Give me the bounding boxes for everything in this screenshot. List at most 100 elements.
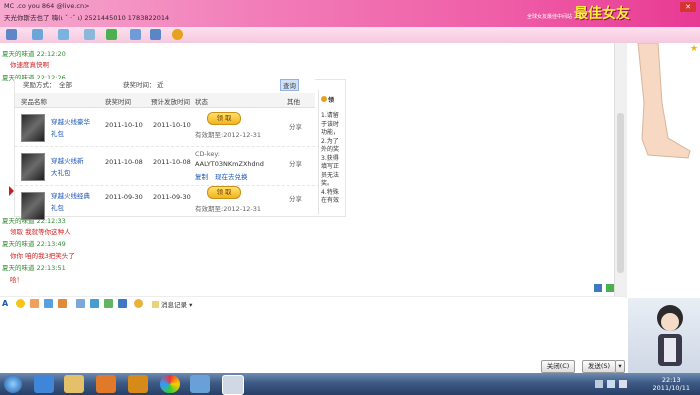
windows-taskbar: 22:13 2011/10/11 bbox=[0, 373, 700, 395]
send-bar: 关闭(C) 发送(S) ▾ bbox=[0, 359, 625, 373]
system-clock[interactable]: 22:13 2011/10/11 bbox=[653, 376, 690, 392]
reward-name-2[interactable]: 大礼包 bbox=[51, 167, 71, 177]
filter-select[interactable]: 全部 bbox=[59, 79, 72, 89]
time-label: 获奖时间： bbox=[123, 81, 156, 89]
reward-name[interactable]: 穿越火线新 bbox=[51, 155, 84, 165]
apps-icon[interactable] bbox=[106, 29, 117, 40]
won-date: 2011-10-08 bbox=[105, 158, 143, 166]
cdkey-value[interactable]: AALYT03NKmZXhdnd bbox=[195, 160, 264, 168]
copy-link[interactable]: 复制 bbox=[195, 171, 208, 181]
reward-panel: 奖励方式： 全部 获奖时间： 近 查询 奖品名称 获奖时间 预计发放时间 状态 … bbox=[14, 79, 346, 220]
qq-taskbar-icon[interactable] bbox=[222, 375, 244, 395]
font-icon[interactable]: A bbox=[2, 299, 11, 308]
chat-window-banner: MC .co you 864 @live.cn> 天光你斯去也了 嗨(ι ˇ ·… bbox=[0, 0, 700, 27]
media-taskbar-icon[interactable] bbox=[96, 375, 116, 393]
gift-icon[interactable] bbox=[58, 299, 67, 308]
validity-note: 有效期至:2012-12-31 bbox=[195, 131, 261, 139]
col-status: 状态 bbox=[195, 98, 208, 106]
chat-toolbar bbox=[0, 27, 700, 43]
reward-table-header: 奖品名称 获奖时间 预计发放时间 状态 其他 bbox=[15, 93, 315, 108]
reward-name-2[interactable]: 礼包 bbox=[51, 202, 64, 212]
close-icon[interactable]: ✕ bbox=[680, 2, 696, 12]
reward-name[interactable]: 穿越火线经典 bbox=[51, 190, 90, 200]
voice-call-icon[interactable] bbox=[32, 29, 43, 40]
time-select[interactable]: 近 bbox=[157, 79, 164, 89]
window-taskbar-icon[interactable] bbox=[190, 375, 210, 393]
won-date: 2011-09-30 bbox=[105, 193, 143, 201]
volume-icon[interactable] bbox=[619, 380, 627, 388]
video-call-icon[interactable] bbox=[6, 29, 17, 40]
reward-thumbnail bbox=[21, 153, 45, 181]
settings-icon[interactable] bbox=[150, 29, 161, 40]
shake-icon[interactable] bbox=[44, 299, 53, 308]
query-button[interactable]: 查询 bbox=[280, 79, 299, 91]
format-toolbar: A 消息记录 ▾ bbox=[0, 284, 625, 310]
screenshot-icon[interactable] bbox=[76, 299, 85, 308]
col-name: 奖品名称 bbox=[21, 98, 47, 106]
col-expected-time: 预计发放时间 bbox=[151, 98, 190, 106]
screen-share-icon[interactable] bbox=[594, 284, 602, 292]
send-button[interactable]: 发送(S) bbox=[582, 360, 616, 373]
reward-thumbnail bbox=[21, 114, 45, 142]
contact-avatar[interactable] bbox=[628, 298, 700, 373]
promo-subtitle: 全球女友最佳中间站 bbox=[526, 14, 572, 20]
qq-wallet-icon[interactable] bbox=[172, 29, 183, 40]
message-header: 夏天的味道 22:13:49 bbox=[2, 240, 66, 248]
explorer-taskbar-icon[interactable] bbox=[64, 375, 84, 393]
remote-assist-icon[interactable] bbox=[84, 29, 95, 40]
add-app-icon[interactable] bbox=[606, 284, 614, 292]
claim-button[interactable]: 领 取 bbox=[207, 112, 241, 125]
exchange-link[interactable]: 现在去兑换 bbox=[215, 171, 248, 181]
message-text: 你你 咱的我3把笑头了 bbox=[10, 252, 75, 260]
game-taskbar-icon[interactable] bbox=[128, 375, 148, 393]
history-button[interactable]: 消息记录 ▾ bbox=[152, 299, 192, 309]
reward-filter-bar: 奖励方式： 全部 获奖时间： 近 查询 bbox=[15, 79, 315, 91]
reward-thumbnail bbox=[21, 192, 45, 220]
favorite-star-icon[interactable]: ★ bbox=[690, 45, 698, 54]
picture-icon[interactable] bbox=[90, 299, 99, 308]
filter-label: 奖励方式： bbox=[23, 81, 56, 89]
send-file-icon[interactable] bbox=[58, 29, 69, 40]
reward-name-2[interactable]: 礼包 bbox=[51, 128, 64, 138]
message-text: 你速度真快啊 bbox=[10, 61, 49, 69]
share-link[interactable]: 分享 bbox=[289, 121, 302, 131]
share-link[interactable]: 分享 bbox=[289, 193, 302, 203]
validity-note: 有效期至:2012-12-31 bbox=[195, 205, 261, 213]
won-date: 2011-10-10 bbox=[105, 121, 143, 129]
chat-scrollbar[interactable] bbox=[614, 43, 627, 298]
contact-status-line: 天光你斯去也了 嗨(ι ˇ ·ˇ ι) 2521445010 178382201… bbox=[4, 14, 170, 22]
promo-logo[interactable]: 最佳女友 bbox=[574, 3, 630, 23]
notes-title: 领 bbox=[321, 95, 334, 104]
reward-notes-panel: 领 1.请留 于该时 功能， 2.为了 外的奖 3.获得 填写正 员无法 奖。 … bbox=[318, 90, 343, 214]
notes-text: 1.请留 于该时 功能， 2.为了 外的奖 3.获得 填写正 员无法 奖。 4.… bbox=[321, 112, 340, 204]
contact-info-line: MC .co you 864 @live.cn> bbox=[4, 2, 90, 10]
side-advertisement[interactable]: ★ bbox=[628, 42, 700, 298]
share-link[interactable]: 分享 bbox=[289, 158, 302, 168]
col-other: 其他 bbox=[287, 98, 300, 106]
col-won-time: 获奖时间 bbox=[105, 98, 131, 106]
magic-emoji-icon[interactable] bbox=[30, 299, 39, 308]
expected-date: 2011-09-30 bbox=[153, 193, 191, 201]
message-text: 哈！ bbox=[10, 276, 23, 284]
scroll-thumb[interactable] bbox=[617, 113, 624, 273]
message-input[interactable] bbox=[0, 309, 625, 359]
tray-icon[interactable] bbox=[595, 380, 603, 388]
music-icon[interactable] bbox=[104, 299, 113, 308]
quick-reply-icon[interactable] bbox=[134, 299, 143, 308]
chat-mode-icon[interactable] bbox=[118, 299, 127, 308]
send-options-icon[interactable]: ▾ bbox=[615, 360, 625, 373]
close-button[interactable]: 关闭(C) bbox=[541, 360, 575, 373]
emoji-icon[interactable] bbox=[16, 299, 25, 308]
expected-date: 2011-10-08 bbox=[153, 158, 191, 166]
reward-name[interactable]: 穿越火线豪华 bbox=[51, 116, 90, 126]
network-icon[interactable] bbox=[607, 380, 615, 388]
start-button[interactable] bbox=[4, 375, 22, 393]
reward-row: 穿越火线新 大礼包 2011-10-08 2011-10-08 CD-key: … bbox=[15, 147, 320, 186]
chrome-taskbar-icon[interactable] bbox=[160, 375, 180, 393]
message-header: 夏天的味道 22:12:20 bbox=[2, 50, 66, 58]
reward-row: 穿越火线豪华 礼包 2011-10-10 2011-10-10 领 取 有效期至… bbox=[15, 108, 320, 147]
group-icon[interactable] bbox=[130, 29, 141, 40]
claim-button[interactable]: 领 取 bbox=[207, 186, 241, 199]
ie-taskbar-icon[interactable] bbox=[34, 375, 54, 393]
expected-date: 2011-10-10 bbox=[153, 121, 191, 129]
